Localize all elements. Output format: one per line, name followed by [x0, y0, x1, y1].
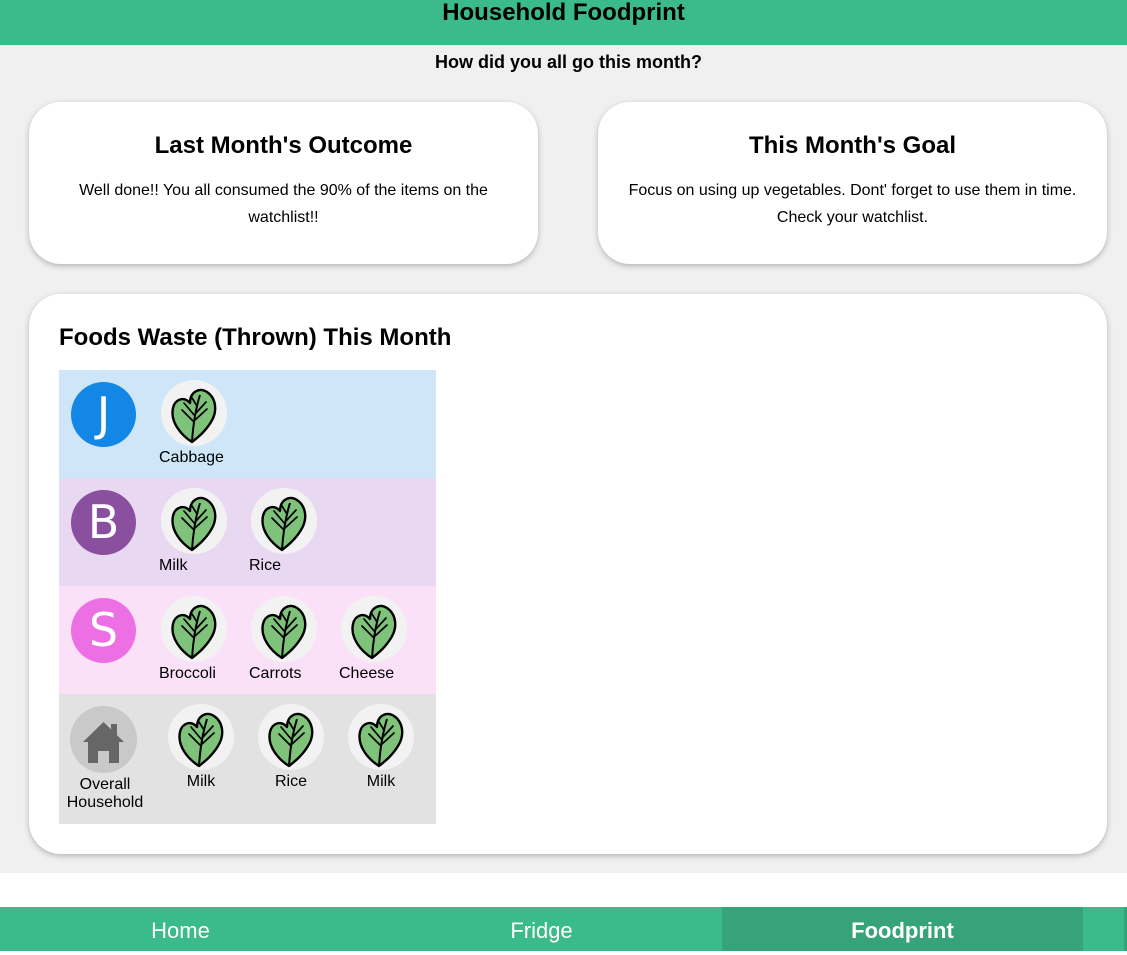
avatar: B: [71, 490, 136, 555]
spinach-leaf-icon: [249, 594, 319, 664]
this-month-goal-card: This Month's Goal Focus on using up vege…: [598, 102, 1107, 264]
last-month-outcome-card: Last Month's Outcome Well done!! You all…: [29, 102, 538, 264]
tab-fridge[interactable]: Fridge: [361, 907, 722, 951]
waste-item: Broccoli: [159, 586, 249, 694]
member: J: [69, 370, 159, 478]
outcome-title: Last Month's Outcome: [154, 132, 413, 159]
avatar: S: [71, 598, 136, 663]
spinach-leaf-icon: [159, 486, 229, 556]
waste-item-label: Rice: [249, 557, 282, 574]
waste-item: Rice: [256, 694, 346, 824]
spinach-leaf-icon: [339, 594, 409, 664]
waste-item-label: Milk: [186, 773, 216, 790]
goal-title: This Month's Goal: [748, 132, 957, 159]
food-waste-title: Foods Waste (Thrown) This Month: [59, 324, 452, 351]
page-title: Household Foodprint: [442, 0, 685, 26]
page-subtitle: How did you all go this month?: [435, 52, 702, 72]
outcome-text: Well done!! You all consumed the 90% of …: [79, 182, 488, 226]
waste-item: Rice: [249, 478, 339, 586]
main-content: How did you all go this month? Last Mont…: [0, 45, 1127, 873]
waste-item: Milk: [166, 694, 256, 824]
waste-item: Milk: [346, 694, 436, 824]
member: S: [69, 586, 159, 694]
goal-text: Focus on using up vegetables. Dont' forg…: [628, 182, 1077, 226]
member-row: J Cabbage: [59, 370, 436, 478]
waste-item: Carrots: [249, 586, 339, 694]
waste-item-label: Cheese: [339, 665, 395, 682]
member-row: S Broccoli Carrots Cheese: [59, 586, 436, 694]
spinach-leaf-icon: [159, 378, 229, 448]
household-row: Overall Household Milk Rice Milk: [59, 694, 436, 824]
waste-item-label: Cabbage: [159, 449, 224, 466]
tab-home[interactable]: Home: [0, 907, 361, 951]
spinach-leaf-icon: [249, 486, 319, 556]
bottom-nav: Home Fridge Foodprint: [0, 907, 1127, 951]
tab-foodprint[interactable]: Foodprint: [722, 907, 1083, 951]
avatar: J: [71, 382, 136, 447]
member: B: [69, 478, 159, 586]
spinach-leaf-icon: [256, 702, 326, 772]
waste-item: Milk: [159, 478, 249, 586]
app-header: Household Foodprint: [0, 0, 1127, 45]
food-waste-card: Foods Waste (Thrown) This Month J Cabbag…: [29, 294, 1107, 854]
waste-item: Cabbage: [159, 370, 249, 478]
waste-item-label: Carrots: [249, 665, 302, 682]
spinach-leaf-icon: [346, 702, 416, 772]
household-label: Overall Household: [66, 776, 144, 811]
member-row: B Milk Rice: [59, 478, 436, 586]
waste-item-label: Rice: [274, 773, 307, 790]
house-icon: [70, 706, 137, 773]
household: Overall Household: [67, 694, 166, 824]
spinach-leaf-icon: [166, 702, 236, 772]
spinach-leaf-icon: [159, 594, 229, 664]
waste-item-label: Milk: [366, 773, 396, 790]
waste-item-label: Milk: [159, 557, 188, 574]
food-waste-rows: J Cabbage B Milk Rice S Broccoli Carrots C…: [59, 370, 436, 824]
waste-item-label: Broccoli: [159, 665, 216, 682]
waste-item: Cheese: [339, 586, 429, 694]
